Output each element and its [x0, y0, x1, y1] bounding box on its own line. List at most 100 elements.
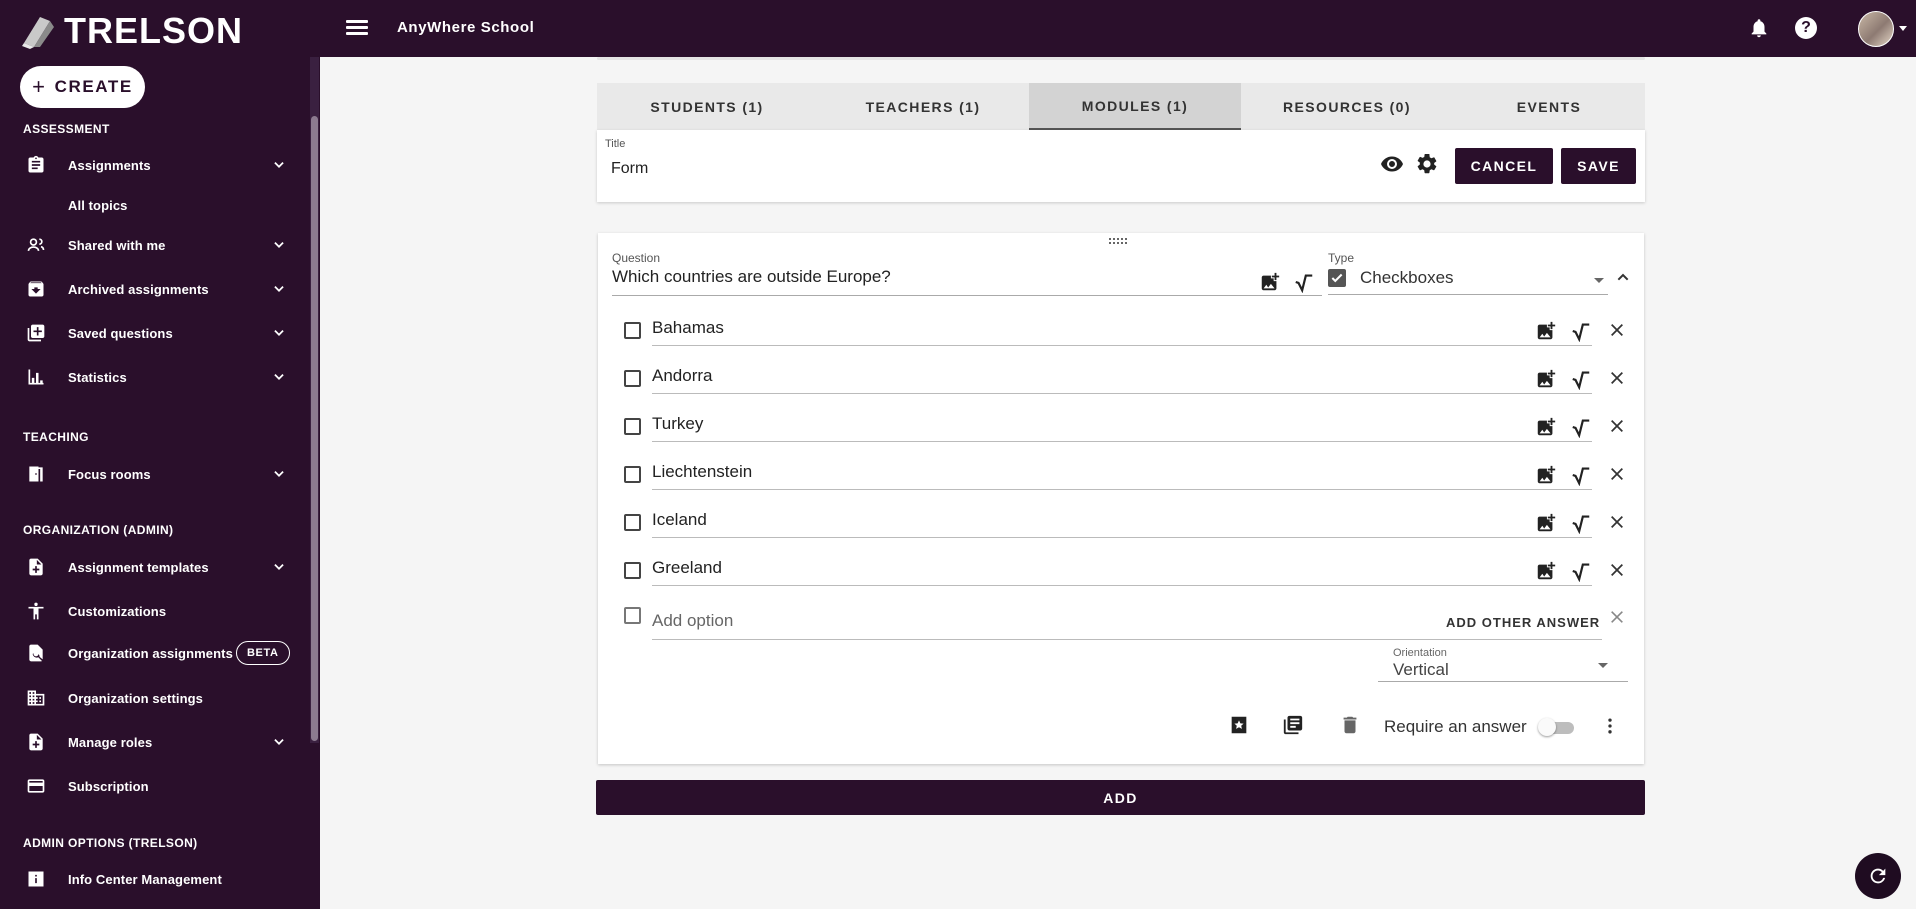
settings-gear-icon[interactable] — [1415, 152, 1439, 176]
question-input[interactable]: Which countries are outside Europe? — [612, 267, 1322, 287]
preview-eye-icon[interactable] — [1380, 152, 1404, 176]
close-icon[interactable] — [1609, 514, 1625, 530]
sidebar-item-assignments[interactable]: Assignments — [0, 147, 305, 183]
tab-students[interactable]: STUDENTS (1) — [597, 83, 817, 130]
dropdown-arrow-icon[interactable] — [1598, 663, 1608, 668]
section-organization: ORGANIZATION (ADMIN) — [23, 523, 174, 537]
star-icon[interactable] — [1228, 714, 1250, 736]
sidebar-item-info-center-management[interactable]: Info Center Management — [0, 861, 305, 897]
option-text[interactable]: Bahamas — [652, 318, 724, 338]
close-icon[interactable] — [1609, 562, 1625, 578]
tab-events[interactable]: EVENTS — [1453, 83, 1645, 130]
refresh-icon — [1870, 868, 1886, 884]
archive-icon — [28, 281, 44, 297]
chevron-down-icon — [274, 330, 284, 336]
sidebar-item-label: Organization settings — [68, 690, 204, 706]
math-formula-icon[interactable] — [1570, 320, 1592, 342]
add-image-icon[interactable] — [1535, 416, 1557, 438]
add-image-icon[interactable] — [1535, 320, 1557, 342]
math-formula-icon[interactable] — [1570, 416, 1592, 438]
option-checkbox[interactable] — [624, 322, 641, 339]
close-icon[interactable] — [1609, 418, 1625, 434]
option-text[interactable]: Turkey — [652, 414, 703, 434]
sidebar-item-subscription[interactable]: Subscription — [0, 768, 305, 804]
option-row: Greeland — [598, 553, 1644, 601]
option-text[interactable]: Andorra — [652, 366, 712, 386]
add-image-icon[interactable] — [1535, 512, 1557, 534]
sidebar-item-customizations[interactable]: Customizations — [0, 593, 305, 629]
chevron-up-icon[interactable] — [1615, 269, 1631, 285]
chevron-down-icon — [274, 286, 284, 292]
create-button[interactable]: + CREATE — [20, 66, 145, 108]
hamburger-menu-icon[interactable] — [344, 17, 370, 39]
require-answer-toggle[interactable] — [1538, 718, 1576, 736]
info-icon — [28, 871, 44, 887]
user-avatar[interactable] — [1858, 11, 1894, 47]
option-underline — [652, 639, 1602, 640]
sidebar-scrollbar-thumb[interactable] — [311, 116, 318, 741]
add-option-input[interactable]: Add option — [652, 611, 733, 631]
math-formula-icon[interactable] — [1293, 271, 1315, 293]
library-books-icon[interactable] — [1282, 714, 1304, 736]
question-type-select[interactable]: Checkboxes — [1328, 267, 1608, 295]
drag-handle-icon[interactable] — [1109, 238, 1129, 246]
add-box-icon — [27, 324, 45, 342]
tab-resources[interactable]: RESOURCES (0) — [1241, 83, 1453, 130]
cancel-button[interactable]: CANCEL — [1455, 148, 1553, 184]
add-image-icon[interactable] — [1259, 271, 1281, 293]
sidebar-item-all-topics[interactable]: All topics — [0, 187, 305, 223]
bar-chart-icon — [28, 369, 44, 385]
notifications-bell-icon[interactable] — [1748, 17, 1770, 39]
sidebar-item-manage-roles[interactable]: Manage roles — [0, 724, 305, 760]
sidebar-item-saved-questions[interactable]: Saved questions — [0, 315, 305, 351]
add-image-icon[interactable] — [1535, 368, 1557, 390]
save-button[interactable]: SAVE — [1561, 148, 1636, 184]
orientation-field-label: Orientation — [1393, 647, 1447, 659]
tab-teachers[interactable]: TEACHERS (1) — [817, 83, 1029, 130]
orientation-underline — [1378, 681, 1628, 682]
sidebar-item-organization-settings[interactable]: Organization settings — [0, 680, 305, 716]
option-checkbox[interactable] — [624, 514, 641, 531]
math-formula-icon[interactable] — [1570, 560, 1592, 582]
add-module-button[interactable]: ADD — [596, 780, 1645, 815]
title-input[interactable]: Form — [611, 160, 648, 178]
math-formula-icon[interactable] — [1570, 464, 1592, 486]
sidebar-item-statistics[interactable]: Statistics — [0, 359, 305, 395]
dropdown-arrow-icon — [1594, 278, 1604, 283]
option-text[interactable]: Liechtenstein — [652, 462, 752, 482]
add-other-answer-button[interactable]: ADD OTHER ANSWER — [1446, 615, 1600, 630]
math-formula-icon[interactable] — [1570, 368, 1592, 390]
tab-bar: STUDENTS (1) TEACHERS (1) MODULES (1) RE… — [597, 83, 1645, 130]
trelson-logo[interactable]: TRELSON — [20, 10, 243, 52]
close-icon[interactable] — [1609, 609, 1625, 625]
delete-trash-icon[interactable] — [1339, 714, 1361, 736]
option-underline — [652, 345, 1592, 346]
option-checkbox[interactable] — [624, 418, 641, 435]
option-checkbox[interactable] — [624, 370, 641, 387]
chevron-down-icon — [274, 242, 284, 248]
option-checkbox[interactable] — [624, 466, 641, 483]
option-text[interactable]: Iceland — [652, 510, 707, 530]
add-image-icon[interactable] — [1535, 464, 1557, 486]
help-icon[interactable]: ? — [1795, 17, 1817, 39]
sidebar-item-focus-rooms[interactable]: Focus rooms — [0, 456, 305, 492]
refresh-button[interactable] — [1855, 853, 1901, 899]
option-underline — [652, 441, 1592, 442]
orientation-select[interactable]: Vertical — [1393, 660, 1449, 680]
sidebar-item-shared-with-me[interactable]: Shared with me — [0, 227, 305, 263]
tab-modules[interactable]: MODULES (1) — [1029, 83, 1241, 130]
add-image-icon[interactable] — [1535, 560, 1557, 582]
math-formula-icon[interactable] — [1570, 512, 1592, 534]
sidebar-item-label: Shared with me — [68, 237, 166, 253]
sidebar-item-archived-assignments[interactable]: Archived assignments — [0, 271, 305, 307]
close-icon[interactable] — [1609, 466, 1625, 482]
close-icon[interactable] — [1609, 322, 1625, 338]
avatar-dropdown-icon[interactable] — [1899, 26, 1907, 31]
option-checkbox[interactable] — [624, 562, 641, 579]
close-icon[interactable] — [1609, 370, 1625, 386]
more-vert-icon[interactable] — [1600, 715, 1620, 737]
sidebar-item-assignment-templates[interactable]: Assignment templates — [0, 549, 305, 585]
school-name: AnyWhere School — [397, 19, 535, 36]
option-text[interactable]: Greeland — [652, 558, 722, 578]
sidebar-item-organization-assignments[interactable]: Organization assignments BETA — [0, 635, 305, 671]
